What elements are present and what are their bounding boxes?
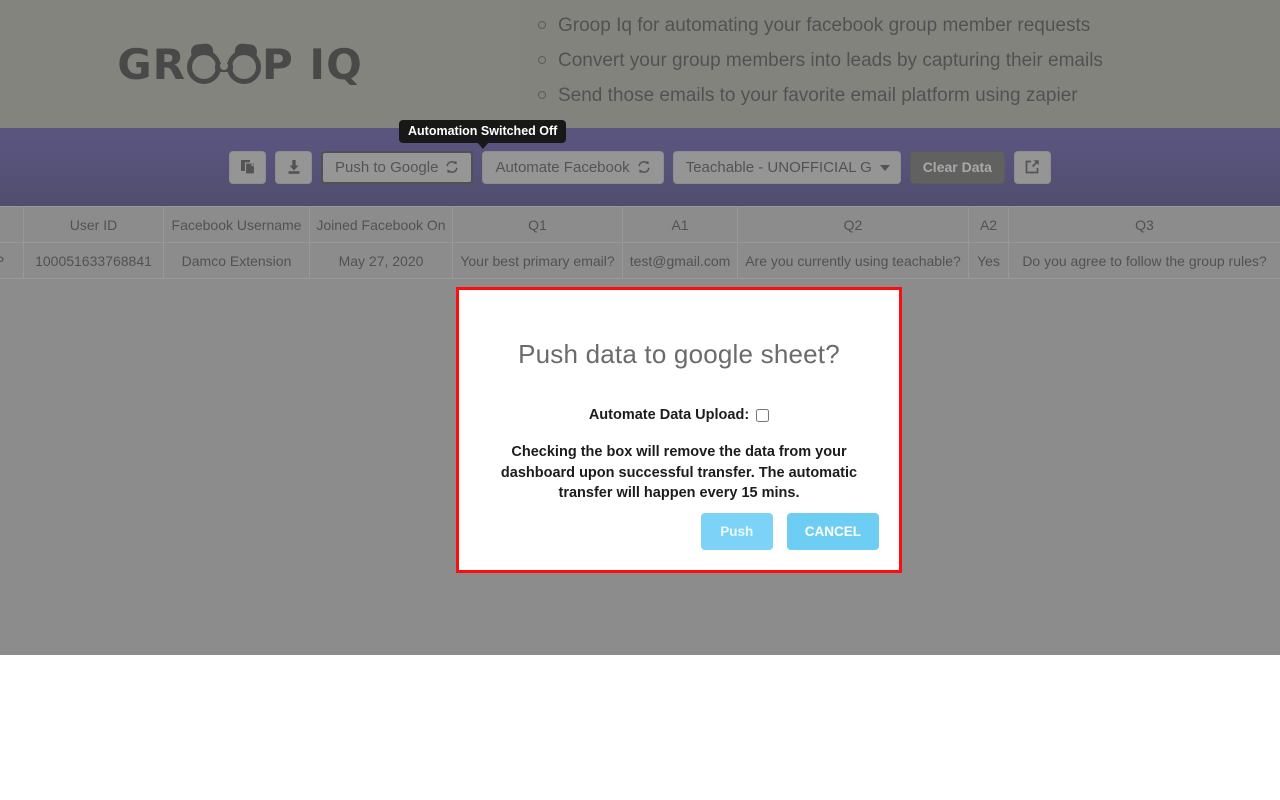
modal-actions: Push CANCEL [700,513,879,550]
modal-push-button[interactable]: Push [700,513,773,550]
automate-upload-row: Automate Data Upload: [483,407,875,423]
app-root: GR P IQ Groop Iq for [0,0,1280,800]
automate-upload-label: Automate Data Upload: [588,407,750,423]
modal-cancel-button[interactable]: CANCEL [786,513,879,550]
push-data-modal: Push data to google sheet? Automate Data… [456,287,902,573]
modal-description: Checking the box will remove the data fr… [500,444,858,501]
tooltip-arrow-icon [476,142,489,149]
modal-title: Push data to google sheet? [518,339,840,369]
automate-upload-checkbox[interactable] [756,408,770,422]
automation-status-tooltip: Automation Switched Off [399,120,567,149]
tooltip-text: Automation Switched Off [408,124,558,138]
